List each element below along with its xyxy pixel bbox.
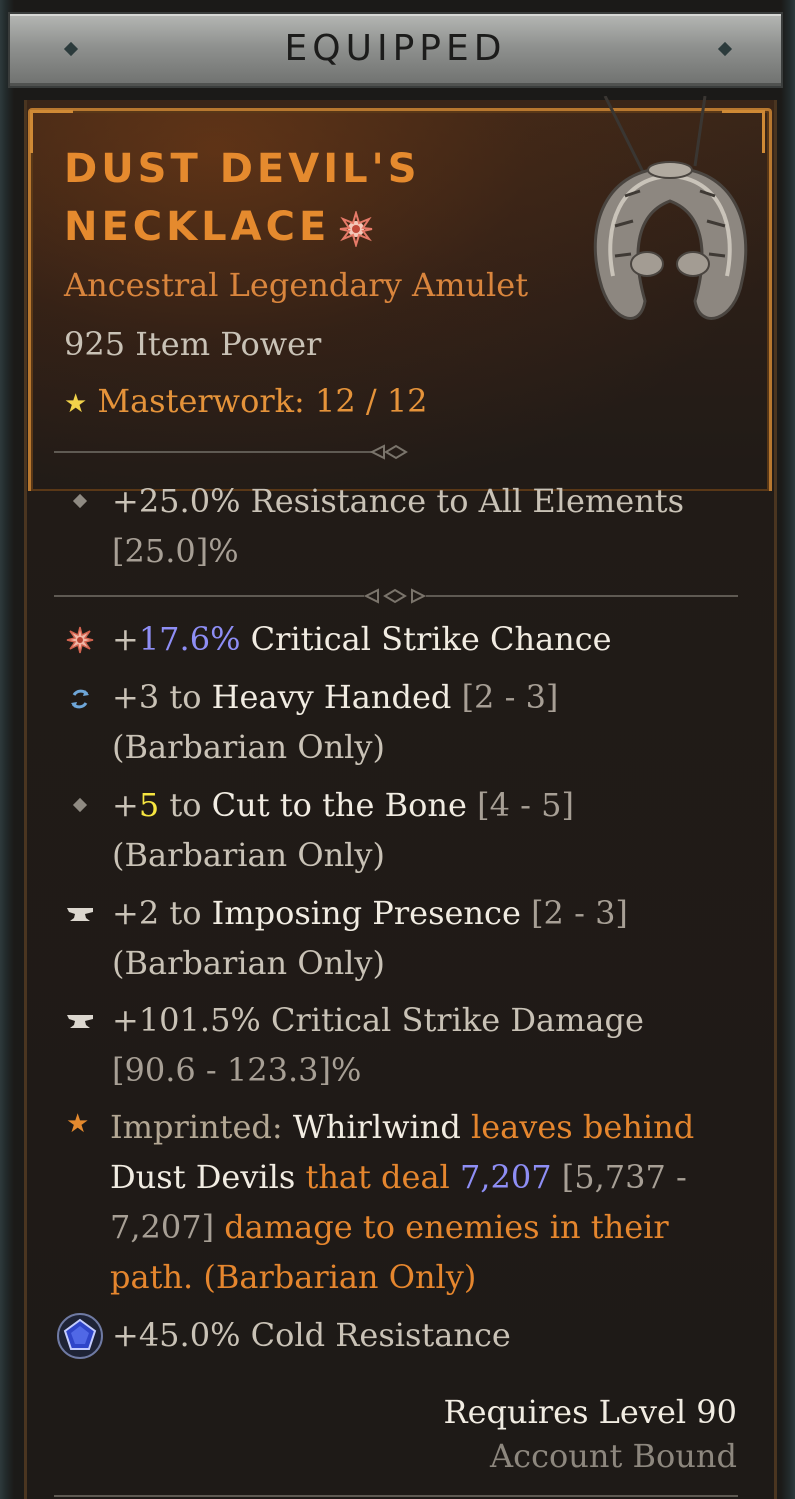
implicit-affix: +25.0% Resistance to All Elements [25.0]… bbox=[112, 476, 684, 576]
implicit-line2: [25.0]% bbox=[112, 532, 239, 570]
affix-mid: to bbox=[159, 786, 212, 824]
divider bbox=[54, 444, 408, 460]
affix-line2: [90.6 - 123.3]% bbox=[112, 1051, 362, 1089]
affix-cut-to-the-bone: +5 to Cut to the Bone [4 - 5] (Barbarian… bbox=[112, 780, 574, 880]
affix-line1: +3 to Heavy Handed [2 - 3] bbox=[112, 672, 558, 722]
affix-heavy-handed: +3 to Heavy Handed [2 - 3] (Barbarian On… bbox=[112, 672, 558, 772]
aspect-text: Dust Devils bbox=[110, 1158, 296, 1196]
aspect-label: Imprinted: bbox=[110, 1108, 293, 1146]
diamond-icon bbox=[72, 493, 88, 509]
anvil-icon bbox=[67, 908, 93, 921]
aspect-text: leaves behind bbox=[460, 1108, 695, 1146]
account-bound: Account Bound bbox=[490, 1437, 737, 1475]
item-name-text: NECKLACE bbox=[64, 204, 331, 250]
affix-range: [4 - 5] bbox=[466, 786, 574, 824]
star-icon: ★ bbox=[64, 389, 88, 419]
aspect-line1: Imprinted: Whirlwind leaves behind bbox=[110, 1102, 730, 1152]
item-name-line2: NECKLACE bbox=[64, 198, 584, 256]
affix-stat: Critical Strike Chance bbox=[240, 620, 612, 658]
affix-skill: Imposing Presence bbox=[211, 894, 521, 932]
affix-line2: (Barbarian Only) bbox=[112, 836, 385, 874]
aspect-range: 7,207] bbox=[110, 1208, 215, 1246]
aspect-range: [5,737 - bbox=[551, 1158, 687, 1196]
affix-crit-chance: +17.6% Critical Strike Chance bbox=[112, 614, 612, 664]
star-icon: ★ bbox=[66, 1109, 90, 1139]
affix-value: 17.6% bbox=[138, 620, 241, 658]
affix-line1: +2 to Imposing Presence [2 - 3] bbox=[112, 888, 628, 938]
affix-imposing-presence: +2 to Imposing Presence [2 - 3] (Barbari… bbox=[112, 888, 628, 988]
divider bbox=[54, 588, 738, 604]
affix-prefix: + bbox=[112, 786, 139, 824]
aspect-line3: 7,207] damage to enemies in their bbox=[110, 1202, 730, 1252]
anvil-icon bbox=[67, 1015, 93, 1028]
implicit-line1: +25.0% Resistance to All Elements bbox=[112, 482, 685, 520]
affix-line1: +101.5% Critical Strike Damage bbox=[112, 1001, 644, 1039]
item-name-line1: DUST DEVIL'S bbox=[64, 146, 421, 192]
masterwork-label: Masterwork: 12 / 12 bbox=[97, 382, 428, 420]
sapphire-gem-icon bbox=[57, 1313, 103, 1359]
aspect-text: that deal bbox=[295, 1158, 460, 1196]
affix-prefix: + bbox=[112, 620, 139, 658]
item-type: Ancestral Legendary Amulet bbox=[64, 266, 529, 304]
affix-crit-damage: +101.5% Critical Strike Damage [90.6 - 1… bbox=[112, 995, 644, 1095]
aspect-text: damage to enemies in their bbox=[214, 1208, 669, 1246]
affix-line2: (Barbarian Only) bbox=[112, 728, 385, 766]
aspect-skill: Whirlwind bbox=[292, 1108, 461, 1146]
tempered-affix-icon bbox=[71, 689, 89, 709]
socket-stat: +45.0% Cold Resistance bbox=[112, 1316, 511, 1354]
greater-affix-icon bbox=[340, 211, 373, 247]
affix-skill: Heavy Handed bbox=[211, 678, 452, 716]
equipped-header: EQUIPPED bbox=[8, 12, 783, 88]
amulet-image bbox=[593, 96, 748, 320]
affix-skill: Cut to the Bone bbox=[211, 786, 467, 824]
requires-level: Requires Level 90 bbox=[443, 1393, 737, 1431]
affix-value: 5 bbox=[138, 786, 160, 824]
affix-prefix: +3 to bbox=[112, 678, 212, 716]
item-power: 925 Item Power bbox=[64, 325, 322, 363]
affix-range: [2 - 3] bbox=[451, 678, 559, 716]
aspect-imprinted: Imprinted: Whirlwind leaves behind Dust … bbox=[110, 1102, 730, 1302]
affix-range: [2 - 3] bbox=[520, 894, 628, 932]
affix-line2: (Barbarian Only) bbox=[112, 944, 385, 982]
header-title: EQUIPPED bbox=[284, 28, 507, 69]
affix-prefix: +2 to bbox=[112, 894, 212, 932]
aspect-line4: path. (Barbarian Only) bbox=[110, 1258, 477, 1296]
masterwork: ★ Masterwork: 12 / 12 bbox=[64, 382, 428, 420]
aspect-value: 7,207 bbox=[459, 1158, 552, 1196]
affix-line1: +5 to Cut to the Bone [4 - 5] bbox=[112, 780, 574, 830]
greater-affix-icon bbox=[66, 626, 94, 654]
item-name: DUST DEVIL'S NECKLACE bbox=[64, 140, 584, 256]
diamond-icon bbox=[72, 797, 88, 813]
aspect-line2: Dust Devils that deal 7,207 [5,737 - bbox=[110, 1152, 730, 1202]
divider bbox=[54, 1495, 738, 1497]
